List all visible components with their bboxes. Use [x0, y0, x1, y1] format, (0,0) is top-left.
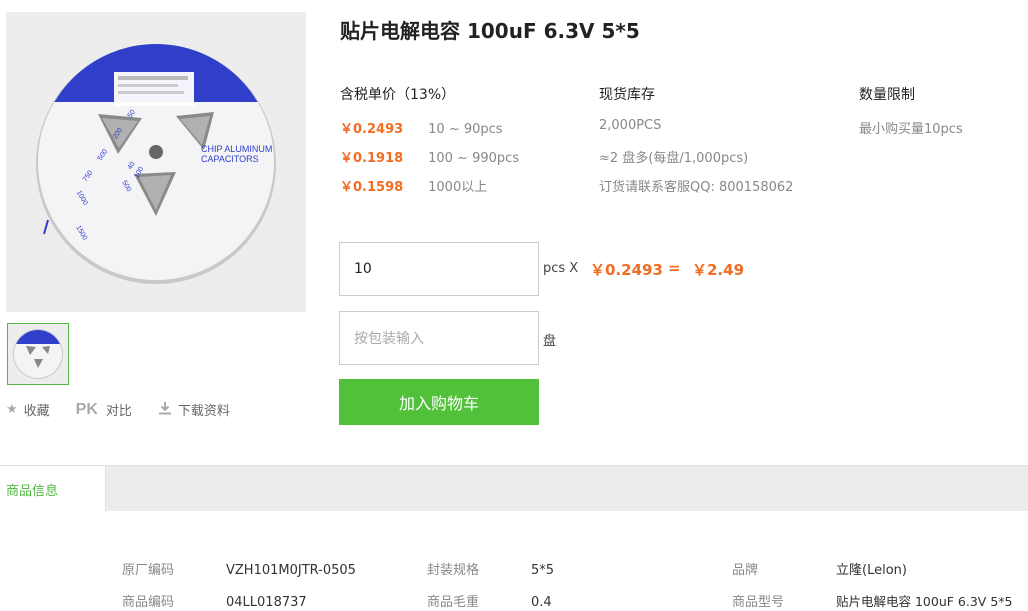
- spec-value: 5*5: [531, 563, 555, 578]
- compare-label: 对比: [105, 404, 132, 419]
- stock-header: 现货库存: [599, 87, 655, 103]
- spec-row: 商品编码 04LL018737: [122, 591, 356, 611]
- download-icon: [158, 401, 172, 419]
- capacitor-reel-image: CHIP ALUMINUM CAPACITORS 750 500 200 50 …: [36, 44, 276, 284]
- compare-button[interactable]: PK 对比: [75, 400, 132, 420]
- pk-icon: PK: [75, 400, 98, 418]
- spec-key: 品牌: [732, 563, 759, 578]
- spec-value: 04LL018737: [226, 595, 307, 610]
- spec-column-1: 原厂编码 VZH101M0JTR-0505 商品编码 04LL018737: [122, 559, 356, 611]
- reel-label-line2: CAPACITORS: [201, 154, 259, 164]
- spec-value: 立隆(Lelon): [836, 563, 907, 578]
- spec-key: 商品编码: [122, 595, 175, 610]
- price-tier: ￥0.2493 10 ~ 90pcs: [340, 118, 519, 147]
- spec-value: 0.4: [531, 595, 552, 610]
- spec-column-2: 封装规格 5*5 商品毛重 0.4: [427, 559, 554, 611]
- spec-key: 原厂编码: [122, 563, 175, 578]
- capacitor-reel-thumbnail-image: [13, 329, 63, 379]
- stock-contact: 订货请联系客服QQ: 800158062: [599, 180, 794, 195]
- download-button[interactable]: 下载资料: [158, 400, 230, 419]
- spec-value: VZH101M0JTR-0505: [226, 563, 356, 578]
- spec-row: 封装规格 5*5: [427, 559, 554, 591]
- favorite-button[interactable]: ★ 收藏: [6, 400, 50, 419]
- reel-label-line1: CHIP ALUMINUM: [201, 144, 272, 154]
- favorite-label: 收藏: [23, 404, 50, 419]
- tab-product-info[interactable]: 商品信息: [0, 466, 106, 512]
- price-tier-list: 含税单价（13%） ￥0.2493 10 ~ 90pcs ￥0.1918 100…: [340, 84, 519, 205]
- spec-key: 商品型号: [732, 595, 785, 610]
- product-actions: ★ 收藏 PK 对比 下载资料: [6, 400, 256, 420]
- download-label: 下载资料: [177, 404, 230, 419]
- spec-row: 原厂编码 VZH101M0JTR-0505: [122, 559, 356, 591]
- tier-price: ￥0.2493: [340, 122, 404, 137]
- spec-value: 贴片电解电容 100uF 6.3V 5*5: [836, 594, 1013, 609]
- price-tier: ￥0.1918 100 ~ 990pcs: [340, 147, 519, 176]
- tier-range: 10 ~ 90pcs: [428, 122, 503, 137]
- tier-price: ￥0.1598: [340, 180, 404, 195]
- stock-info: 现货库存 2,000PCS ≈2 盘多(每盘/1,000pcs) 订货请联系客服…: [599, 84, 793, 205]
- tier-range: 100 ~ 990pcs: [428, 151, 520, 166]
- unit-price: ￥0.2493: [590, 261, 663, 279]
- spec-row: 品牌 立隆(Lelon): [732, 559, 1012, 591]
- equals-sign: =: [668, 259, 681, 277]
- spec-column-3: 品牌 立隆(Lelon) 商品型号 贴片电解电容 100uF 6.3V 5*5: [732, 559, 1012, 611]
- product-main-image: CHIP ALUMINUM CAPACITORS 750 500 200 50 …: [6, 12, 306, 312]
- price-header: 含税单价（13%）: [340, 87, 456, 103]
- star-icon: ★: [6, 402, 18, 417]
- quantity-limit: 数量限制 最小购买量10pcs: [859, 84, 963, 147]
- limit-header: 数量限制: [859, 87, 915, 103]
- spec-row: 商品型号 贴片电解电容 100uF 6.3V 5*5: [732, 591, 1012, 611]
- tier-range: 1000以上: [428, 180, 488, 195]
- add-to-cart-button[interactable]: 加入购物车: [339, 379, 539, 425]
- spec-key: 商品毛重: [427, 595, 480, 610]
- product-title: 贴片电解电容 100uF 6.3V 5*5: [340, 19, 640, 43]
- quantity-unit: pcs X: [543, 261, 579, 276]
- package-unit: 盘: [543, 334, 557, 349]
- quantity-input[interactable]: 10: [339, 242, 539, 296]
- stock-reels: ≈2 盘多(每盘/1,000pcs): [599, 151, 749, 166]
- total-price: ￥2.49: [692, 261, 745, 279]
- product-thumbnail[interactable]: [7, 323, 69, 385]
- detail-tab-bar: 商品信息: [0, 465, 1028, 512]
- tier-price: ￥0.1918: [340, 151, 404, 166]
- package-input[interactable]: 按包装输入: [339, 311, 539, 365]
- limit-text: 最小购买量10pcs: [859, 122, 963, 137]
- spec-row: 商品毛重 0.4: [427, 591, 554, 611]
- price-tier: ￥0.1598 1000以上: [340, 176, 519, 205]
- spec-key: 封装规格: [427, 563, 480, 578]
- stock-quantity: 2,000PCS: [599, 118, 662, 133]
